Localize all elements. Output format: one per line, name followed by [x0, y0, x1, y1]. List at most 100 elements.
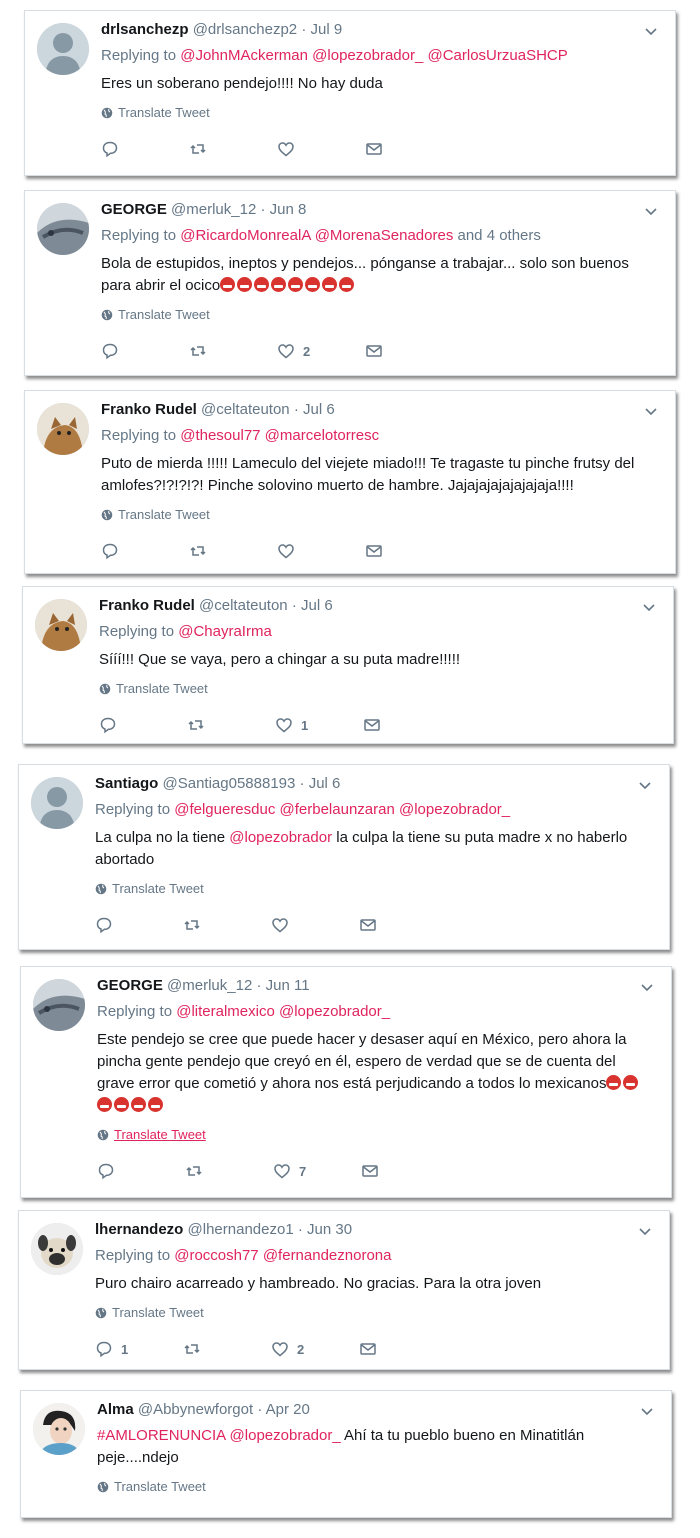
- user-handle[interactable]: @merluk_12: [171, 201, 256, 218]
- translate-label[interactable]: Translate Tweet: [112, 881, 204, 897]
- translate-link[interactable]: Translate Tweet: [95, 881, 655, 897]
- mention-link[interactable]: @MorenaSenadores: [315, 227, 454, 244]
- retweet-button[interactable]: [185, 1162, 273, 1180]
- tweet-card[interactable]: Franko Rudel @celtateuton · Jul 6 Replyi…: [24, 390, 676, 574]
- avatar[interactable]: [37, 403, 89, 455]
- display-name[interactable]: lhernandezo: [95, 1221, 183, 1238]
- avatar[interactable]: [33, 1403, 85, 1455]
- tweet-card[interactable]: GEORGE @merluk_12 · Jun 8 Replying to @R…: [24, 190, 676, 376]
- tweet-date[interactable]: Apr 20: [266, 1401, 310, 1418]
- like-button[interactable]: 2: [271, 1340, 359, 1358]
- translate-link[interactable]: Translate Tweet: [101, 507, 661, 523]
- chevron-down-icon[interactable]: [641, 201, 661, 221]
- mention-link[interactable]: @ferbelaunzaran: [280, 801, 395, 818]
- dm-button[interactable]: [365, 542, 453, 560]
- chevron-down-icon[interactable]: [635, 775, 655, 795]
- display-name[interactable]: Santiago: [95, 775, 158, 792]
- mention-link[interactable]: @roccosh77: [174, 1247, 258, 1264]
- like-button[interactable]: [277, 140, 365, 158]
- tweet-card[interactable]: GEORGE @merluk_12 · Jun 11 Replying to @…: [20, 966, 672, 1198]
- chevron-down-icon[interactable]: [635, 1221, 655, 1241]
- chevron-down-icon[interactable]: [641, 401, 661, 421]
- user-handle[interactable]: @drlsanchezp2: [193, 21, 297, 38]
- tweet-date[interactable]: Jun 30: [307, 1221, 352, 1238]
- tweet-card[interactable]: Alma @Abbynewforgot · Apr 20 #AMLORENUNC…: [20, 1390, 672, 1518]
- tweet-date[interactable]: Jul 6: [303, 401, 335, 418]
- avatar[interactable]: [33, 979, 85, 1031]
- mention-link[interactable]: @lopezobrador: [229, 829, 332, 846]
- dm-button[interactable]: [365, 140, 453, 158]
- user-handle[interactable]: @celtateuton: [201, 401, 290, 418]
- mention-link[interactable]: @ChayraIrma: [178, 623, 272, 640]
- mention-link[interactable]: @CarlosUrzuaSHCP: [427, 47, 567, 64]
- mention-link[interactable]: @thesoul77: [180, 427, 260, 444]
- translate-label[interactable]: Translate Tweet: [116, 681, 208, 697]
- user-handle[interactable]: @Abbynewforgot: [138, 1401, 253, 1418]
- reply-button[interactable]: 1: [95, 1340, 183, 1358]
- translate-label[interactable]: Translate Tweet: [118, 307, 210, 323]
- tweet-date[interactable]: Jul 6: [301, 597, 333, 614]
- translate-label[interactable]: Translate Tweet: [112, 1305, 204, 1321]
- tweet-date[interactable]: Jun 8: [270, 201, 307, 218]
- tweet-date[interactable]: Jun 11: [266, 977, 310, 994]
- retweet-button[interactable]: [189, 140, 277, 158]
- mention-link[interactable]: @lopezobrador_: [230, 1427, 341, 1444]
- display-name[interactable]: GEORGE: [101, 201, 167, 218]
- tweet-card[interactable]: lhernandezo @lhernandezo1 · Jun 30 Reply…: [18, 1210, 670, 1370]
- avatar[interactable]: [37, 203, 89, 255]
- mention-link[interactable]: @lopezobrador_: [399, 801, 510, 818]
- display-name[interactable]: Franko Rudel: [99, 597, 195, 614]
- dm-button[interactable]: [359, 916, 447, 934]
- retweet-button[interactable]: [183, 1340, 271, 1358]
- translate-link[interactable]: Translate Tweet: [101, 105, 661, 121]
- like-button[interactable]: [271, 916, 359, 934]
- chevron-down-icon[interactable]: [637, 1401, 657, 1421]
- retweet-button[interactable]: [189, 542, 277, 560]
- display-name[interactable]: Franko Rudel: [101, 401, 197, 418]
- tweet-card[interactable]: Santiago @Santiag05888193 · Jul 6 Replyi…: [18, 764, 670, 950]
- translate-label[interactable]: Translate Tweet: [118, 507, 210, 523]
- reply-button[interactable]: [99, 716, 187, 734]
- mention-link[interactable]: @lopezobrador_: [312, 47, 423, 64]
- reply-button[interactable]: [101, 542, 189, 560]
- translate-link[interactable]: Translate Tweet: [99, 681, 659, 697]
- reply-button[interactable]: [97, 1162, 185, 1180]
- user-handle[interactable]: @merluk_12: [167, 977, 252, 994]
- retweet-button[interactable]: [189, 342, 277, 360]
- dm-button[interactable]: [359, 1340, 447, 1358]
- others-link[interactable]: and 4 others: [458, 227, 541, 244]
- like-button[interactable]: 1: [275, 716, 363, 734]
- like-button[interactable]: [277, 542, 365, 560]
- translate-link[interactable]: Translate Tweet: [95, 1305, 655, 1321]
- reply-button[interactable]: [95, 916, 183, 934]
- chevron-down-icon[interactable]: [641, 21, 661, 41]
- tweet-date[interactable]: Jul 9: [311, 21, 343, 38]
- avatar[interactable]: [31, 1223, 83, 1275]
- avatar[interactable]: [31, 777, 83, 829]
- tweet-card[interactable]: Franko Rudel @celtateuton · Jul 6 Replyi…: [22, 586, 674, 744]
- user-handle[interactable]: @lhernandezo1: [188, 1221, 294, 1238]
- tweet-card[interactable]: drlsanchezp @drlsanchezp2 · Jul 9 Replyi…: [24, 10, 676, 176]
- like-button[interactable]: 2: [277, 342, 365, 360]
- mention-link[interactable]: @literalmexico: [176, 1003, 275, 1020]
- translate-link[interactable]: Translate Tweet: [97, 1127, 657, 1143]
- user-handle[interactable]: @Santiag05888193: [163, 775, 296, 792]
- mention-link[interactable]: @fernandeznorona: [263, 1247, 392, 1264]
- translate-label[interactable]: Translate Tweet: [114, 1479, 206, 1495]
- dm-button[interactable]: [365, 342, 453, 360]
- user-handle[interactable]: @celtateuton: [199, 597, 288, 614]
- like-button[interactable]: 7: [273, 1162, 361, 1180]
- chevron-down-icon[interactable]: [639, 597, 659, 617]
- dm-button[interactable]: [363, 716, 451, 734]
- reply-button[interactable]: [101, 140, 189, 158]
- translate-label[interactable]: Translate Tweet: [114, 1127, 206, 1143]
- mention-link[interactable]: @felgueresduc: [174, 801, 275, 818]
- mention-link[interactable]: @lopezobrador_: [279, 1003, 390, 1020]
- dm-button[interactable]: [361, 1162, 449, 1180]
- retweet-button[interactable]: [187, 716, 275, 734]
- chevron-down-icon[interactable]: [637, 977, 657, 997]
- avatar[interactable]: [37, 23, 89, 75]
- translate-label[interactable]: Translate Tweet: [118, 105, 210, 121]
- tweet-date[interactable]: Jul 6: [309, 775, 341, 792]
- retweet-button[interactable]: [183, 916, 271, 934]
